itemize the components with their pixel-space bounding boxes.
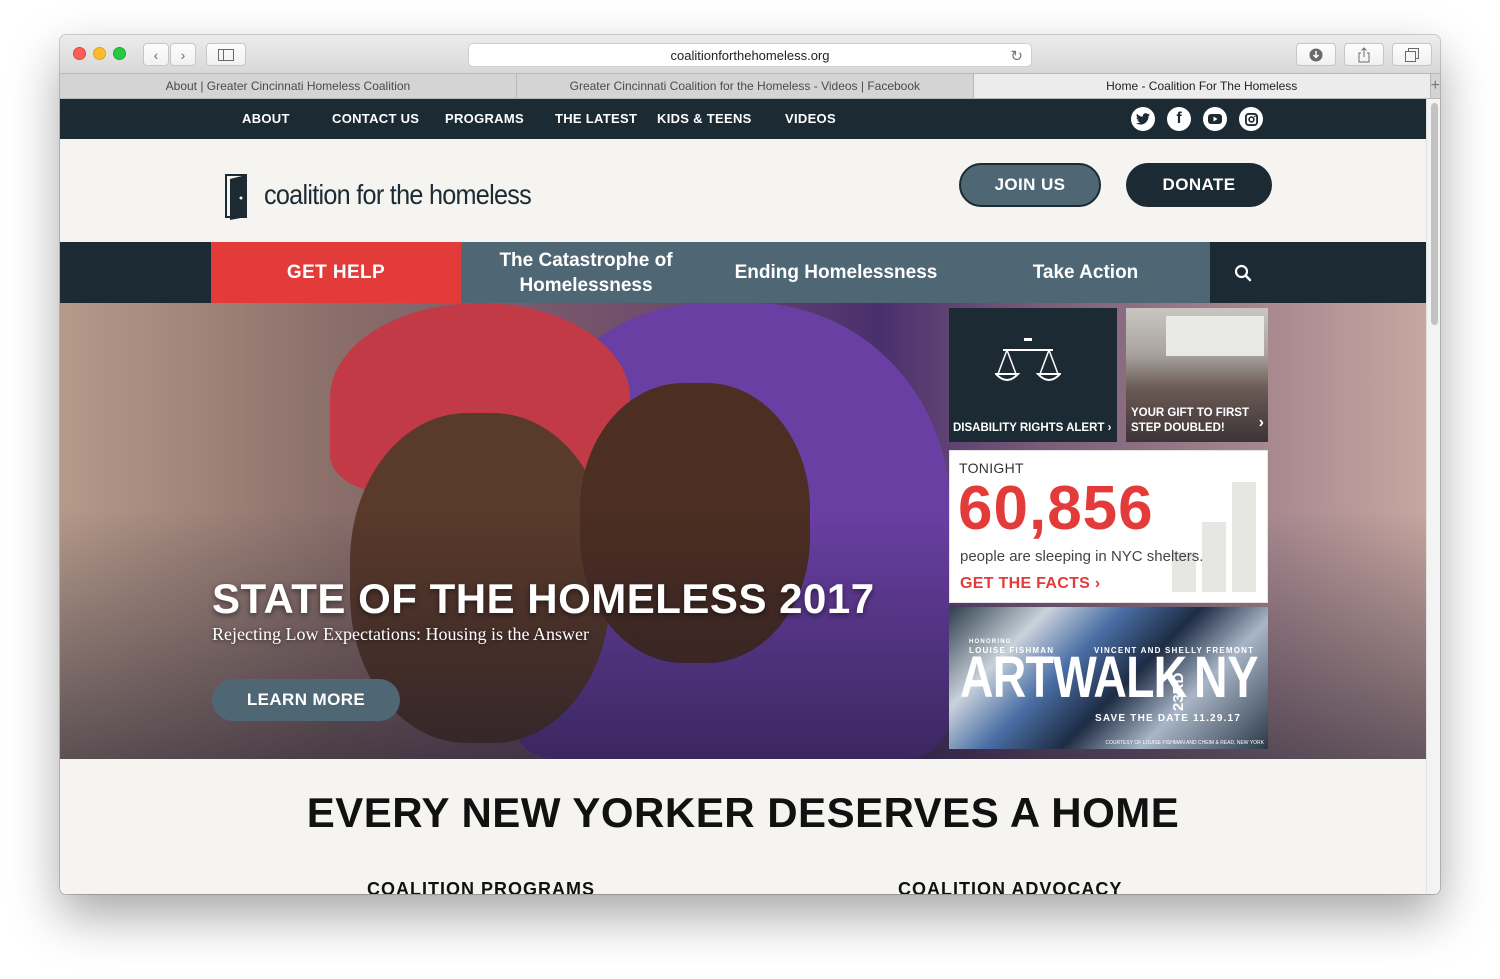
hero-title: STATE OF THE HOMELESS 2017: [212, 575, 875, 622]
save-the-date: SAVE THE DATE 11.29.17: [1095, 713, 1242, 724]
artwalk-city: NY: [1194, 645, 1259, 710]
decorative-bar: [1202, 522, 1226, 592]
disability-rights-label: DISABILITY RIGHTS ALERT ›: [953, 422, 1112, 434]
search-button[interactable]: [1210, 242, 1275, 303]
donate-button[interactable]: DONATE: [1126, 163, 1272, 207]
tab-cincinnati-about[interactable]: About | Greater Cincinnati Homeless Coal…: [60, 74, 517, 98]
main-nav: GET HELP The Catastrophe of Homelessness…: [60, 242, 1426, 303]
chevron-right-icon: ›: [1107, 422, 1112, 434]
close-window-button[interactable]: [73, 47, 86, 60]
zoom-window-button[interactable]: [113, 47, 126, 60]
scales-of-justice-icon: [995, 338, 1061, 381]
twitter-icon[interactable]: [1131, 107, 1155, 131]
join-us-button[interactable]: JOIN US: [959, 163, 1101, 207]
nav-catastrophe-line2: Homelessness: [519, 274, 653, 296]
get-help-button[interactable]: GET HELP: [211, 242, 461, 303]
sidebar-icon: [218, 48, 234, 61]
nav-catastrophe-line1: The Catastrophe of: [499, 249, 673, 271]
forward-button[interactable]: ›: [170, 43, 196, 66]
classroom-photo: [1166, 316, 1264, 356]
topnav-programs[interactable]: PROGRAMS: [445, 111, 524, 126]
top-nav: ABOUT CONTACT US PROGRAMS THE LATEST KID…: [60, 99, 1426, 139]
decorative-bar: [1232, 482, 1256, 592]
chevron-left-icon: ‹: [153, 46, 159, 63]
reload-icon[interactable]: ↻: [1010, 47, 1023, 65]
coalition-programs-heading: COALITION PROGRAMS: [367, 879, 595, 894]
address-bar[interactable]: coalitionforthehomeless.org ↻: [468, 43, 1032, 67]
download-icon: [1309, 48, 1323, 61]
shelter-count: 60,856: [958, 474, 1154, 543]
new-tab-button[interactable]: +: [1431, 74, 1440, 98]
site-header: coalition for the homeless JOIN US DONAT…: [60, 139, 1426, 242]
downloads-button[interactable]: [1296, 43, 1336, 66]
artwalk-title: ARTWALK: [960, 645, 1187, 710]
tab-facebook-videos[interactable]: Greater Cincinnati Coalition for the Hom…: [517, 74, 974, 98]
get-the-facts-link[interactable]: GET THE FACTS ›: [960, 575, 1101, 593]
scrollbar-thumb[interactable]: [1431, 103, 1438, 325]
back-button[interactable]: ‹: [143, 43, 169, 66]
topnav-about[interactable]: ABOUT: [242, 111, 290, 126]
youtube-icon[interactable]: [1203, 107, 1227, 131]
disability-rights-tile[interactable]: DISABILITY RIGHTS ALERT ›: [949, 308, 1117, 442]
tab-home[interactable]: Home - Coalition For The Homeless: [973, 74, 1431, 98]
instagram-icon[interactable]: [1239, 107, 1263, 131]
facebook-icon[interactable]: f: [1167, 107, 1191, 131]
artwalk-credit: COURTESY OF LOUISE FISHMAN AND CHEIM & R…: [1105, 740, 1264, 746]
site-logo-text[interactable]: coalition for the homeless: [264, 179, 532, 211]
shelter-description: people are sleeping in NYC shelters.: [960, 548, 1204, 565]
tabs-icon: [1405, 47, 1419, 62]
topnav-the-latest[interactable]: THE LATEST: [555, 111, 637, 126]
title-bar: ‹ › coalitionforthehomeless.org ↻: [60, 35, 1440, 74]
chevron-right-icon: ›: [180, 46, 186, 63]
shelter-stat-tile[interactable]: TONIGHT 60,856 people are sleeping in NY…: [949, 450, 1268, 603]
artwalk-tile[interactable]: HONORING LOUISE FISHMAN VINCENT AND SHEL…: [949, 607, 1268, 749]
tabs-overview-button[interactable]: [1392, 43, 1432, 66]
nav-catastrophe-of-homelessness[interactable]: The Catastrophe of Homelessness: [461, 242, 711, 303]
topnav-kids-teens[interactable]: KIDS & TEENS: [657, 111, 752, 126]
chevron-right-icon: ›: [1258, 414, 1264, 431]
first-step-gift-tile[interactable]: YOUR GIFT TO FIRST STEP DOUBLED! ›: [1126, 308, 1268, 442]
url-text: coalitionforthehomeless.org: [670, 47, 830, 63]
nav-ending-homelessness[interactable]: Ending Homelessness: [711, 242, 961, 303]
page-scrollbar[interactable]: [1426, 99, 1440, 894]
search-icon: [1234, 264, 1251, 281]
nav-take-action[interactable]: Take Action: [961, 242, 1210, 303]
topnav-videos[interactable]: VIDEOS: [785, 111, 836, 126]
learn-more-button[interactable]: LEARN MORE: [212, 679, 400, 721]
sidebar-toggle-button[interactable]: [206, 43, 246, 66]
section-headline: EVERY NEW YORKER DESERVES A HOME: [306, 789, 1180, 836]
tab-bar: About | Greater Cincinnati Homeless Coal…: [60, 74, 1440, 99]
browser-window: ‹ › coalitionforthehomeless.org ↻ About …: [60, 35, 1440, 894]
gift-label: YOUR GIFT TO FIRST STEP DOUBLED!: [1131, 407, 1249, 434]
share-button[interactable]: [1344, 43, 1384, 66]
share-icon: [1358, 46, 1370, 62]
artwalk-street: 23RD: [1170, 672, 1187, 711]
door-logo-icon[interactable]: [224, 173, 250, 221]
coalition-advocacy-heading: COALITION ADVOCACY: [898, 879, 1123, 894]
topnav-contact-us[interactable]: CONTACT US: [332, 111, 419, 126]
web-page: ABOUT CONTACT US PROGRAMS THE LATEST KID…: [60, 99, 1426, 894]
minimize-window-button[interactable]: [93, 47, 106, 60]
hero-subtitle: Rejecting Low Expectations: Housing is t…: [212, 624, 589, 644]
